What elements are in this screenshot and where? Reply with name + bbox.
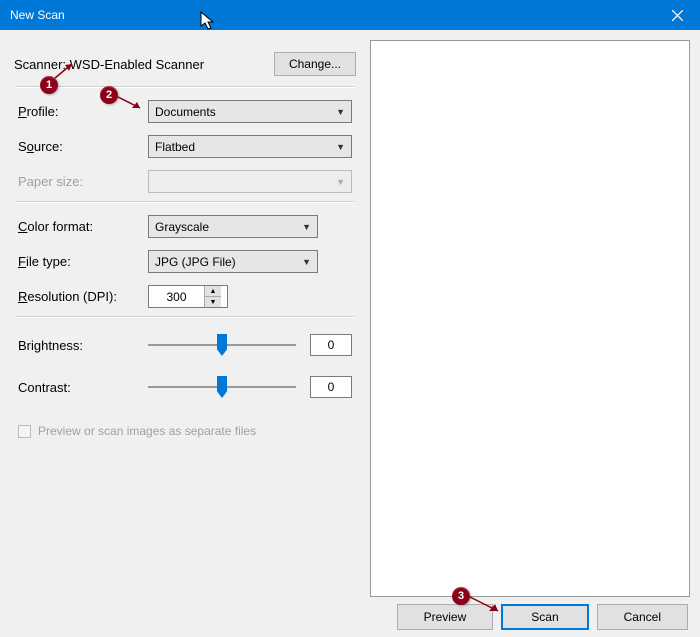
profile-combo[interactable]: Documents ▼ xyxy=(148,100,352,123)
paper-size-label: Paper size: xyxy=(18,174,148,189)
color-format-value: Grayscale xyxy=(155,220,209,234)
preview-button[interactable]: Preview xyxy=(397,604,494,630)
contrast-value[interactable] xyxy=(310,376,352,398)
source-value: Flatbed xyxy=(155,140,195,154)
cancel-button[interactable]: Cancel xyxy=(597,604,688,630)
divider xyxy=(16,201,354,203)
divider xyxy=(16,316,354,318)
chevron-down-icon: ▼ xyxy=(336,142,345,152)
color-format-combo[interactable]: Grayscale ▼ xyxy=(148,215,318,238)
resolution-input[interactable] xyxy=(149,290,204,304)
annotation-badge-3: 3 xyxy=(452,587,470,605)
profile-value: Documents xyxy=(155,105,216,119)
title-bar: New Scan xyxy=(0,0,700,30)
dialog-footer: Preview Scan Cancel xyxy=(0,597,700,637)
chevron-down-icon: ▼ xyxy=(302,222,311,232)
file-type-combo[interactable]: JPG (JPG File) ▼ xyxy=(148,250,318,273)
scanner-label: Scanner: WSD-Enabled Scanner xyxy=(14,57,204,72)
separate-files-checkbox xyxy=(18,425,31,438)
spin-down-button[interactable]: ▼ xyxy=(205,297,221,307)
annotation-badge-2: 2 xyxy=(100,86,118,104)
contrast-label: Contrast: xyxy=(18,380,148,395)
chevron-down-icon: ▼ xyxy=(336,177,345,187)
separate-files-label: Preview or scan images as separate files xyxy=(38,424,256,438)
brightness-label: Brightness: xyxy=(18,338,148,353)
chevron-down-icon: ▼ xyxy=(336,107,345,117)
divider xyxy=(16,86,354,88)
resolution-spinner[interactable]: ▲ ▼ xyxy=(148,285,228,308)
source-combo[interactable]: Flatbed ▼ xyxy=(148,135,352,158)
file-type-label: File type: xyxy=(18,254,148,269)
close-icon xyxy=(672,10,683,21)
brightness-value[interactable] xyxy=(310,334,352,356)
spin-up-button[interactable]: ▲ xyxy=(205,286,221,297)
color-format-label: Color format: xyxy=(18,219,148,234)
source-label: Source: xyxy=(18,139,148,154)
chevron-down-icon: ▼ xyxy=(302,257,311,267)
preview-area xyxy=(370,40,690,597)
paper-size-combo: ▼ xyxy=(148,170,352,193)
separate-files-checkbox-row: Preview or scan images as separate files xyxy=(10,408,360,446)
brightness-slider[interactable] xyxy=(148,344,296,346)
resolution-label: Resolution (DPI): xyxy=(18,289,148,304)
contrast-slider[interactable] xyxy=(148,386,296,388)
dialog-body: Scanner: WSD-Enabled Scanner Change... 1… xyxy=(0,30,700,597)
slider-thumb[interactable] xyxy=(217,376,227,398)
scan-button[interactable]: Scan xyxy=(501,604,588,630)
file-type-value: JPG (JPG File) xyxy=(155,255,236,269)
close-button[interactable] xyxy=(654,0,700,30)
window-title: New Scan xyxy=(10,8,65,22)
change-button[interactable]: Change... xyxy=(274,52,356,76)
annotation-badge-1: 1 xyxy=(40,76,58,94)
slider-thumb[interactable] xyxy=(217,334,227,356)
settings-panel: Scanner: WSD-Enabled Scanner Change... 1… xyxy=(10,40,360,597)
profile-label: Profile: xyxy=(18,104,148,119)
